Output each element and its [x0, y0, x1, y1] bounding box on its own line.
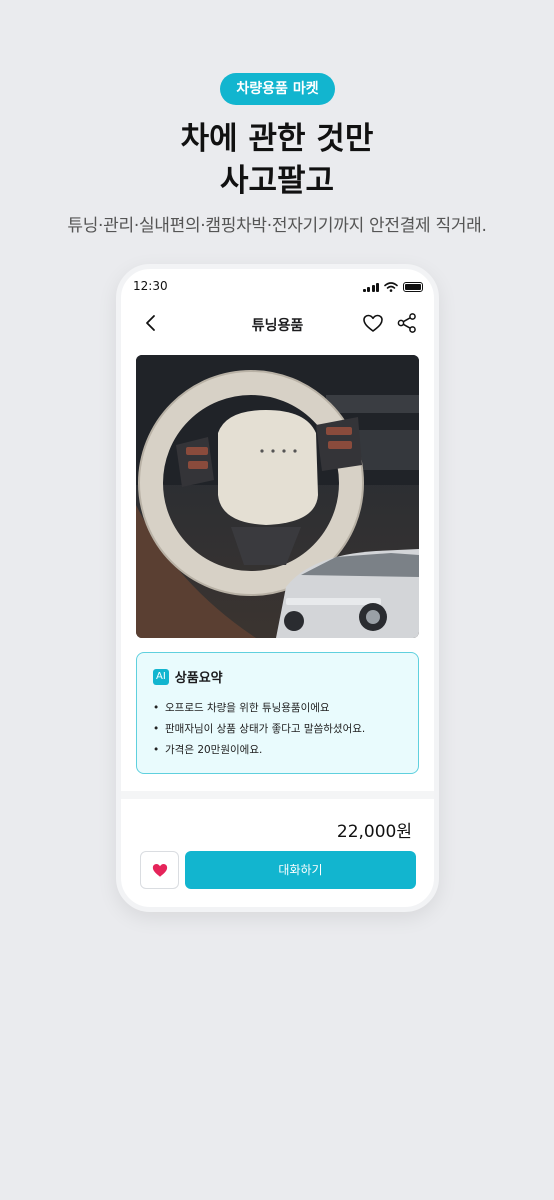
- page-title: 튜닝용품: [251, 318, 304, 334]
- product-photo[interactable]: [136, 355, 419, 638]
- share-icon[interactable]: [395, 311, 419, 335]
- summary-list: 오프로드 차량을 위한 튜닝용품이에요 판매자님이 상품 상태가 좋다고 말씀하…: [153, 698, 402, 761]
- status-time: 12:30: [133, 279, 168, 293]
- status-icons: [362, 282, 423, 292]
- wifi-icon: [384, 282, 398, 292]
- promo-headline: 차에 관한 것만 사고팔고: [0, 118, 554, 202]
- ai-icon: AI: [153, 668, 169, 685]
- signal-icon: [362, 282, 379, 292]
- summary-item: 판매자님이 상품 상태가 좋다고 말씀하셨어요.: [153, 719, 402, 740]
- product-price: 22,000원: [336, 822, 412, 842]
- category-badge: 차량용품 마켓: [220, 73, 335, 105]
- status-bar: 12:30: [133, 279, 423, 297]
- phone-mockup: 12:30 튜닝용품 AI 상품요약 • 오프로드 차량을 위한 튜닝용품이에요…: [116, 264, 439, 912]
- like-button[interactable]: [140, 851, 179, 889]
- heart-outline-icon[interactable]: [361, 311, 385, 335]
- summary-item: 오프로드 차량을 위한 튜닝용품이에요: [153, 698, 402, 719]
- section-divider: [121, 791, 434, 799]
- summary-header: AI 상품요약: [153, 667, 402, 686]
- headline-line-1: 차에 관한 것만: [180, 121, 374, 157]
- summary-item: 가격은 20만원이에요.: [153, 740, 402, 761]
- battery-icon: [403, 282, 423, 292]
- chat-button[interactable]: 대화하기: [185, 851, 416, 889]
- headline-line-2: 사고팔고: [219, 163, 335, 199]
- promo-subline: 튜닝·관리·실내편의·캠핑차박·전자기기까지 안전결제 직거래.: [67, 216, 487, 236]
- heart-filled-icon: [152, 864, 167, 877]
- summary-title: 상품요약: [174, 671, 223, 686]
- steering-wheel-image: [136, 355, 419, 638]
- ai-summary-card: AI 상품요약 오프로드 차량을 위한 튜닝용품이에요 판매자님이 상품 상태가…: [136, 652, 419, 774]
- top-app-bar: 튜닝용품: [121, 305, 434, 341]
